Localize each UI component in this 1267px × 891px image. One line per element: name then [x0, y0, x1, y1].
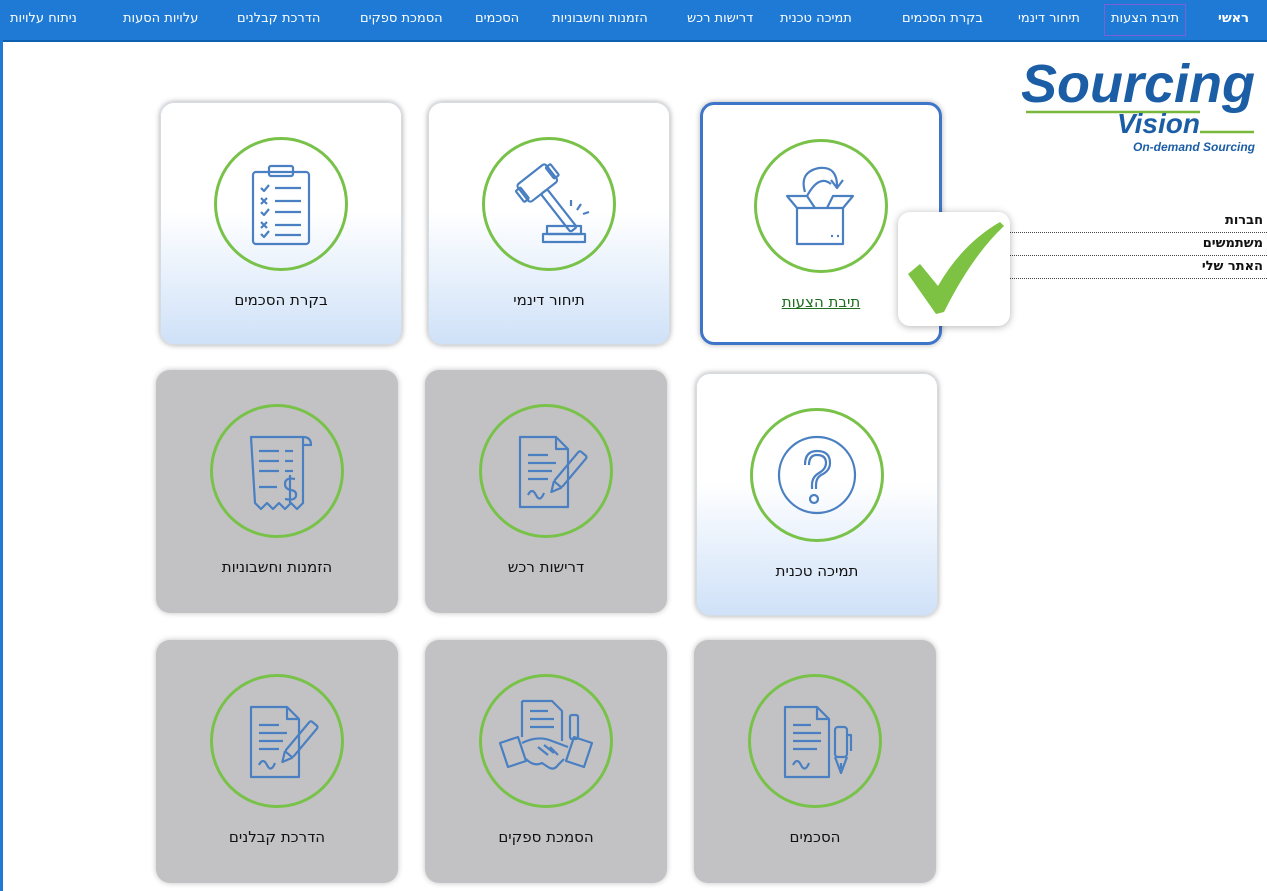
tile-label[interactable]: הסמכת ספקים	[425, 828, 667, 846]
nav-item-suggestion-box[interactable]: תיבת הצעות	[1103, 4, 1187, 36]
tile-contractor-training[interactable]: הדרכת קבלנים	[156, 640, 398, 883]
side-menu: חברות משתמשים האתר שלי	[1008, 210, 1267, 279]
left-frame-border	[0, 40, 3, 891]
side-menu-my-site[interactable]: האתר שלי	[1008, 256, 1267, 279]
tile-supplier-certification[interactable]: הסמכת ספקים	[425, 640, 667, 883]
tile-label[interactable]: בקרת הסכמים	[161, 291, 401, 309]
tile-tech-support[interactable]: תמיכה טכנית	[696, 373, 938, 616]
question-mark-icon	[777, 435, 857, 515]
tile-icon-ring	[482, 137, 616, 271]
document-fountain-pen-icon	[783, 705, 853, 779]
receipt-dollar-icon	[249, 435, 313, 511]
tile-label[interactable]: תמיכה טכנית	[697, 562, 937, 580]
tile-purchase-requests[interactable]: דרישות רכש	[425, 370, 667, 613]
nav-item-dynamic-bidding[interactable]: תיחור דינמי	[1018, 0, 1080, 40]
tile-dynamic-bidding[interactable]: תיחור דינמי	[428, 102, 670, 345]
nav-item-contract-control[interactable]: בקרת הסכמים	[902, 0, 983, 40]
document-signing-icon	[249, 705, 319, 779]
svg-text:Vision: Vision	[1117, 108, 1200, 139]
nav-item-purchase-requests[interactable]: דרישות רכש	[687, 0, 753, 40]
tile-icon-ring	[479, 674, 613, 808]
tile-icon-ring	[210, 674, 344, 808]
checkmark-icon	[908, 222, 1004, 314]
handshake-document-icon	[498, 699, 594, 770]
side-menu-companies[interactable]: חברות	[1008, 210, 1267, 233]
nav-item-agreements[interactable]: הסכמים	[475, 0, 519, 40]
tile-icon-ring	[214, 137, 348, 271]
nav-home[interactable]: ראשי	[1218, 0, 1249, 40]
tile-label[interactable]: הסכמים	[694, 828, 936, 846]
top-nav-bar: ראשי תיבת הצעות תיחור דינמי בקרת הסכמים …	[0, 0, 1267, 42]
checkmark-badge	[898, 212, 1010, 326]
svg-text:On-demand Sourcing: On-demand Sourcing	[1133, 140, 1256, 154]
tile-icon-ring	[750, 408, 884, 542]
tile-agreements[interactable]: הסכמים	[694, 640, 936, 883]
nav-item-transport-costs[interactable]: עלויות הסעות	[123, 0, 198, 40]
document-pen-icon	[518, 435, 588, 509]
tile-contract-control[interactable]: בקרת הסכמים	[160, 102, 402, 345]
tile-icon-ring	[479, 404, 613, 538]
nav-item-cost-analysis[interactable]: ניתוח עלויות	[10, 0, 77, 40]
tile-label[interactable]: תיחור דינמי	[429, 291, 669, 309]
clipboard-checklist-icon	[251, 164, 311, 246]
box-icon	[785, 166, 855, 246]
tile-label[interactable]: הזמנות וחשבוניות	[156, 558, 398, 576]
nav-item-orders-invoices[interactable]: הזמנות וחשבוניות	[552, 0, 648, 40]
tile-icon-ring	[754, 139, 888, 273]
nav-item-tech-support[interactable]: תמיכה טכנית	[780, 0, 852, 40]
tile-label[interactable]: הדרכת קבלנים	[156, 828, 398, 846]
nav-item-supplier-certification[interactable]: הסמכת ספקים	[360, 0, 443, 40]
tile-icon-ring	[210, 404, 344, 538]
svg-text:Sourcing: Sourcing	[1022, 54, 1255, 114]
tile-orders-invoices[interactable]: הזמנות וחשבוניות	[156, 370, 398, 613]
tile-label[interactable]: דרישות רכש	[425, 558, 667, 576]
nav-item-contractor-training[interactable]: הדרכת קבלנים	[237, 0, 320, 40]
side-menu-users[interactable]: משתמשים	[1008, 233, 1267, 256]
tile-icon-ring	[748, 674, 882, 808]
sourcing-vision-logo: Sourcing Vision On-demand Sourcing	[1022, 54, 1256, 154]
gavel-icon	[514, 163, 590, 244]
